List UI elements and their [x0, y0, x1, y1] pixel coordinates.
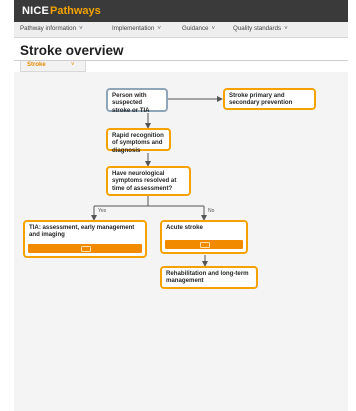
- node-prevention[interactable]: Stroke primary and secondary prevention: [223, 88, 316, 110]
- node-label: Person with suspected stroke or TIA: [112, 92, 150, 114]
- chevron-down-icon: ˅: [284, 25, 288, 32]
- node-label: TIA: assessment, early management and im…: [29, 224, 135, 239]
- page-title: Stroke overview: [20, 43, 124, 58]
- expand-bar[interactable]: [28, 244, 142, 253]
- pathway-canvas: Yes No Person with suspected stroke or T…: [14, 72, 348, 411]
- nav-quality-standards[interactable]: Quality standards ˅: [233, 25, 288, 32]
- chevron-down-icon: ˅: [157, 25, 161, 32]
- chevron-down-icon: ˅: [71, 62, 75, 68]
- branch-label-yes: Yes: [98, 208, 107, 214]
- pathways-logo[interactable]: Pathways: [50, 5, 101, 17]
- node-label: Have neurological symptoms resolved at t…: [112, 170, 177, 192]
- chevron-down-icon: ˅: [211, 25, 216, 32]
- nav-pathway-information[interactable]: Pathway information ˅: [20, 25, 83, 32]
- chevron-down-icon: ˅: [79, 25, 83, 32]
- node-rehabilitation[interactable]: Rehabilitation and long-term management: [160, 266, 258, 289]
- nav-label: Guidance: [182, 25, 209, 32]
- node-label: Rehabilitation and long-term management: [166, 270, 249, 285]
- nav-label: Implementation: [112, 25, 155, 32]
- nice-logo[interactable]: NICE: [22, 5, 49, 17]
- site-header: NICE Pathways: [14, 0, 348, 22]
- node-label: Acute stroke: [166, 224, 203, 231]
- sub-pathway-icon: [200, 242, 210, 248]
- expand-bar[interactable]: [165, 240, 243, 249]
- nav-guidance[interactable]: Guidance ˅: [182, 25, 215, 32]
- nav-label: Pathway information: [20, 25, 77, 32]
- page-frame: NICE Pathways Pathway information ˅ Imple…: [14, 0, 348, 411]
- node-tia-assessment[interactable]: TIA: assessment, early management and im…: [23, 220, 147, 258]
- main-nav: Pathway information ˅ Implementation ˅ Gui…: [14, 22, 348, 38]
- node-label: Rapid recognition of symptoms and diagno…: [112, 132, 164, 154]
- node-label: Stroke primary and secondary prevention: [229, 92, 293, 107]
- tab-label: Stroke: [27, 62, 46, 68]
- node-symptoms-question[interactable]: Have neurological symptoms resolved at t…: [106, 166, 191, 196]
- node-rapid-recognition[interactable]: Rapid recognition of symptoms and diagno…: [106, 128, 171, 154]
- node-acute-stroke[interactable]: Acute stroke: [160, 220, 248, 254]
- branch-label-no: No: [208, 208, 215, 214]
- nav-implementation[interactable]: Implementation ˅: [112, 25, 161, 32]
- sub-pathway-icon: [81, 246, 91, 252]
- tab-stroke[interactable]: Stroke ˅: [20, 61, 86, 72]
- nav-label: Quality standards: [233, 25, 282, 32]
- node-suspected-stroke[interactable]: Person with suspected stroke or TIA: [106, 88, 168, 114]
